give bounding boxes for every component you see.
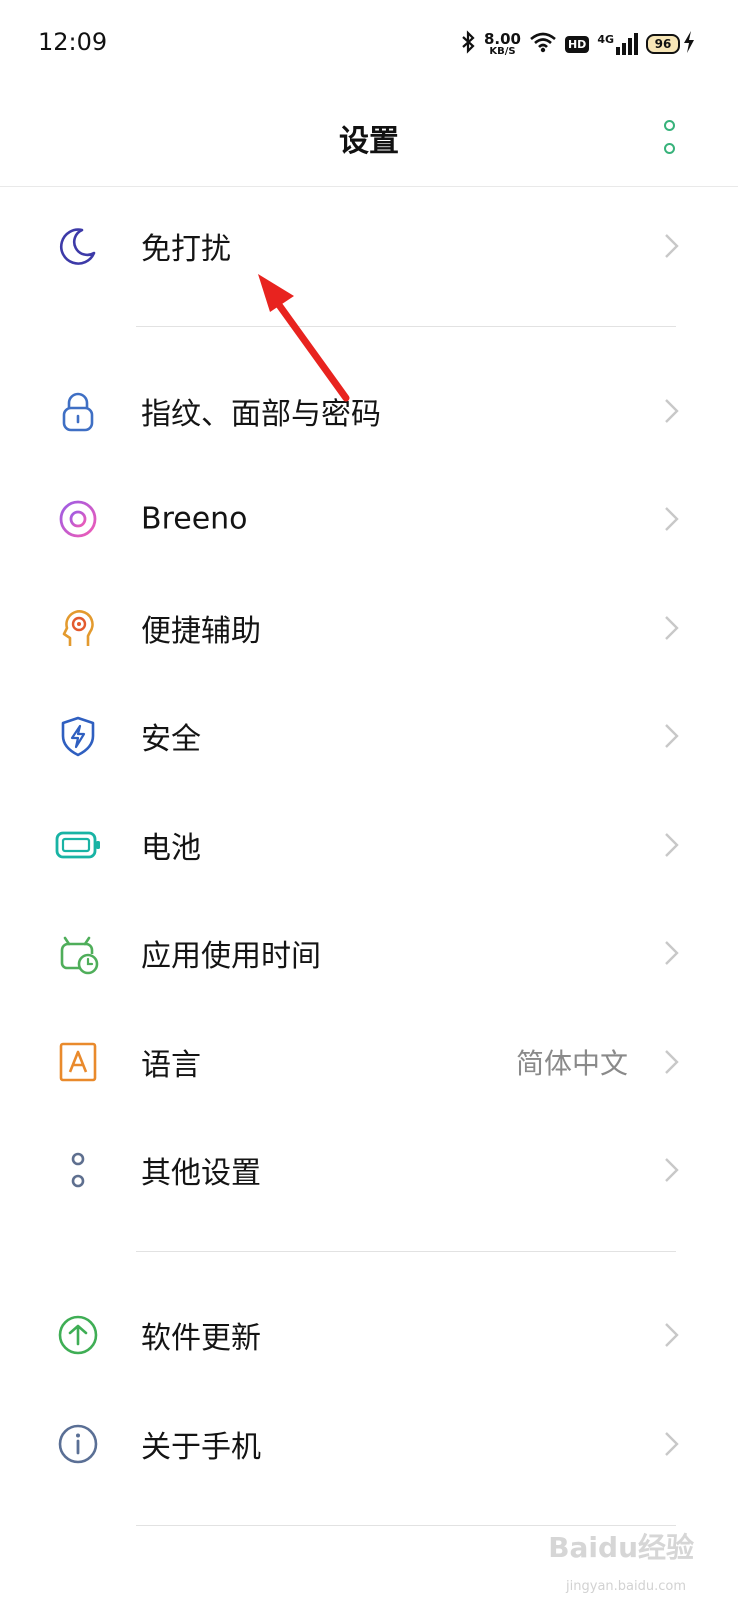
settings-item-battery[interactable]: 电池 [0,791,738,899]
settings-item-label: 电池 [141,831,201,866]
chevron-right-icon [665,941,679,965]
more-dot [663,143,675,154]
chevron-right-icon [665,833,679,857]
signal-4g-icon: 4G [597,33,638,55]
battery-outline-icon [52,819,104,871]
settings-item-label: 安全 [141,722,201,757]
settings-item-convenience-assist[interactable]: 便捷辅助 [0,574,738,682]
two-dots-icon [52,1144,104,1196]
settings-item-security[interactable]: 安全 [0,682,738,790]
settings-item-software-update[interactable]: 软件更新 [0,1281,738,1389]
status-bar: 12:09 8.00 KB/S HD 4G 96 [0,0,738,88]
more-vertical-dots-icon [663,120,675,131]
settings-item-label: 应用使用时间 [141,939,321,974]
settings-item-other-settings[interactable]: 其他设置 [0,1116,738,1224]
battery-level: 96 [646,34,680,54]
breeno-ring-icon [52,493,104,545]
chevron-right-icon [665,507,679,531]
baidu-watermark: Baidu经验 [548,1531,694,1564]
language-value: 简体中文 [515,1047,628,1080]
info-circle-icon [52,1418,104,1470]
shield-bolt-icon [52,710,104,762]
settings-item-fingerprint-face-password[interactable]: 指纹、面部与密码 [0,357,738,465]
settings-item-do-not-disturb[interactable]: 免打扰 [0,192,738,300]
more-options-button[interactable] [656,120,682,154]
settings-item-about-phone[interactable]: 关于手机 [0,1390,738,1498]
moon-icon [52,220,104,272]
settings-item-label: Breeno [141,501,248,537]
chevron-right-icon [665,1158,679,1182]
chevron-right-icon [665,724,679,748]
chevron-right-icon [665,234,679,258]
section-divider [136,1251,676,1252]
hd-icon: HD [564,35,590,53]
letter-a-icon [52,1036,104,1088]
baidu-watermark-url: jingyan.baidu.com [566,1579,686,1594]
charging-icon [682,30,696,58]
settings-item-label: 其他设置 [141,1156,261,1191]
settings-item-label: 软件更新 [141,1321,261,1356]
clock-robot-icon [52,927,104,979]
section-divider [136,326,676,327]
chevron-right-icon [665,1432,679,1456]
chevron-right-icon [665,1323,679,1347]
page-title: 设置 [339,124,399,159]
arrow-up-circle-icon [52,1309,104,1361]
bluetooth-icon [460,30,476,58]
chevron-right-icon [665,616,679,640]
settings-item-label: 语言 [141,1048,201,1083]
status-icons: 8.00 KB/S HD 4G 96 [460,26,696,62]
wifi-icon [529,31,557,57]
chevron-right-icon [665,1050,679,1074]
chevron-right-icon [665,399,679,423]
annotation-arrow-icon [258,274,350,402]
settings-item-label: 免打扰 [141,232,231,267]
battery-icon: 96 [646,30,696,58]
head-assist-icon [52,602,104,654]
settings-item-language[interactable]: 语言 简体中文 [0,1008,738,1116]
settings-item-breeno[interactable]: Breeno [0,465,738,573]
settings-item-label: 关于手机 [141,1430,261,1465]
status-time: 12:09 [38,28,108,56]
title-bar: 设置 [0,88,738,187]
settings-item-app-usage-time[interactable]: 应用使用时间 [0,899,738,1007]
settings-item-label: 便捷辅助 [141,614,261,649]
net-speed: 8.00 KB/S [483,29,521,57]
lock-icon [52,385,104,437]
